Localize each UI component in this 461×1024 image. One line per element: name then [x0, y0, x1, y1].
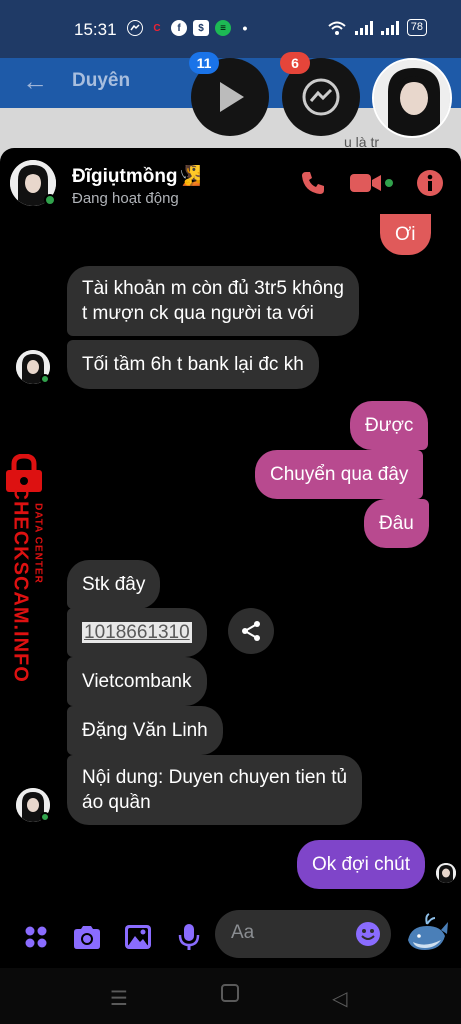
online-indicator — [40, 812, 50, 822]
gallery-icon[interactable] — [123, 922, 153, 952]
unread-badge: 11 — [189, 52, 219, 74]
watermark-caption: DATA CENTER — [32, 503, 44, 584]
share-button[interactable] — [228, 608, 274, 654]
message-line: áo quần — [82, 792, 151, 813]
message-incoming[interactable]: 1018661310 — [67, 608, 207, 657]
message-outgoing[interactable]: Chuyển qua đây — [255, 450, 424, 499]
message-line: t mượn ck qua người ta với — [82, 303, 314, 324]
message-outgoing[interactable]: Đâu — [364, 499, 429, 548]
shop-icon: $ — [193, 20, 209, 36]
camera-icon[interactable] — [72, 922, 102, 952]
online-indicator — [44, 194, 56, 206]
message-incoming[interactable]: Tối tầm 6h t bank lại đc kh — [67, 340, 319, 389]
spotify-icon: ≡ — [215, 20, 231, 36]
message-input-container[interactable] — [215, 910, 391, 958]
video-active-dot — [385, 179, 393, 187]
message-incoming[interactable]: Tài khoản m còn đủ 3tr5 không t mượn ck … — [67, 266, 359, 336]
more-dot-icon: • — [242, 20, 248, 36]
online-indicator — [40, 374, 50, 384]
avatar-image — [436, 863, 456, 883]
notification-icons: C f $ ≡ • — [127, 20, 253, 36]
share-icon — [242, 621, 260, 641]
watermark-site: CHECKSCAM.INFO — [9, 485, 32, 683]
wifi-icon — [328, 21, 346, 35]
seen-avatar — [436, 863, 456, 883]
unread-badge: 6 — [280, 52, 310, 74]
message-line: Nội dung: Duyen chuyen tien tủ — [82, 767, 348, 788]
microphone-icon[interactable] — [174, 922, 204, 952]
message-outgoing[interactable]: Ok đợi chút — [297, 840, 425, 889]
messenger-notif-icon — [127, 20, 143, 36]
background-app-title: Duyên — [72, 70, 131, 91]
video-call-button[interactable] — [350, 172, 393, 194]
message-incoming[interactable]: Vietcombank — [67, 657, 207, 706]
message-input[interactable] — [231, 922, 351, 944]
phone-call-icon[interactable] — [300, 170, 326, 196]
more-actions-icon[interactable] — [21, 922, 51, 952]
chathead-contact-avatar[interactable] — [372, 58, 452, 138]
whale-icon — [408, 913, 448, 950]
system-icons: 78 — [327, 19, 427, 36]
system-nav-bar: ☰ ◁ — [0, 968, 461, 1024]
whale-sticker-button[interactable] — [405, 912, 449, 956]
status-bar: 15:31 C f $ ≡ • 78 — [0, 0, 461, 58]
message-incoming[interactable]: Nội dung: Duyen chuyen tien tủ áo quần — [67, 755, 363, 825]
message-incoming[interactable]: Stk đây — [67, 560, 161, 609]
account-number-highlight[interactable]: 1018661310 — [82, 622, 192, 643]
status-time: 15:31 — [74, 20, 117, 39]
info-icon[interactable] — [417, 170, 443, 196]
battery-indicator: 78 — [406, 19, 427, 36]
message-incoming[interactable]: Đặng Văn Linh — [67, 706, 223, 755]
video-camera-icon — [350, 174, 381, 192]
contact-name[interactable]: Đĩgiụtmồng🧏 — [72, 164, 201, 188]
chat-header: Đĩgiụtmồng🧏 Đang hoạt động — [0, 148, 461, 220]
app-c-icon: C — [153, 22, 161, 34]
signal-icon-2 — [380, 20, 399, 35]
messenger-icon — [302, 78, 340, 116]
home-icon[interactable] — [221, 984, 239, 1002]
chathead-video[interactable]: 11 — [189, 52, 269, 136]
message-outgoing[interactable]: Được — [350, 401, 429, 450]
header-actions — [300, 170, 443, 196]
signal-icon-1 — [354, 20, 373, 35]
facebook-icon: f — [171, 20, 187, 36]
play-icon — [220, 82, 244, 112]
recent-apps-icon[interactable]: ☰ — [110, 986, 128, 1011]
watermark: CHECKSCAM.INFO DATA CENTER — [2, 454, 58, 683]
message-line: Tài khoản m còn đủ 3tr5 không — [82, 278, 344, 299]
contact-status: Đang hoạt động — [72, 190, 179, 207]
message-outgoing[interactable]: Ơi — [380, 214, 431, 255]
emoji-icon[interactable] — [355, 921, 381, 947]
chathead-messenger[interactable]: 6 — [280, 52, 360, 136]
back-arrow-icon[interactable]: ← — [22, 66, 48, 97]
back-icon[interactable]: ◁ — [332, 986, 347, 1011]
